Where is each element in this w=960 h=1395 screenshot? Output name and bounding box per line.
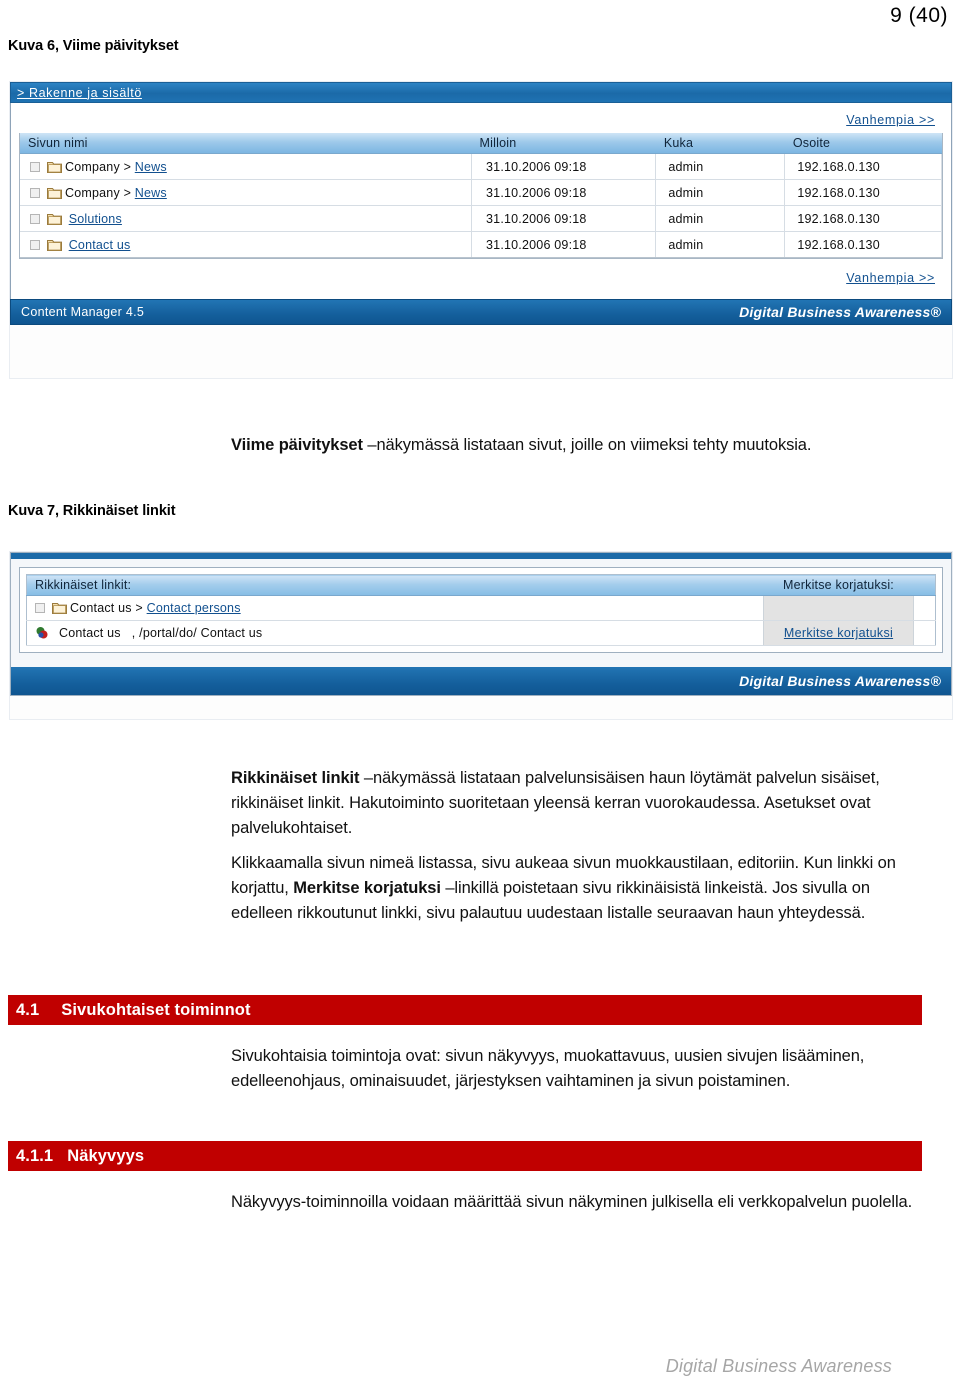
folder-icon — [52, 601, 67, 614]
cell-address: 192.168.0.130 — [784, 153, 942, 180]
mark-as-fixed-link[interactable]: Merkitse korjatuksi — [784, 626, 893, 640]
older-link-bottom[interactable]: Vanhempia >> — [846, 271, 935, 285]
cell-page-name: Company > News — [20, 179, 473, 206]
paragraph-nakyvyys: Näkyvyys-toiminnoilla voidaan määrittää … — [231, 1193, 913, 1211]
last-updates-table: Sivun nimi Milloin Kuka Osoite Company >… — [20, 133, 942, 258]
page-parent-label: Company > — [65, 159, 132, 174]
cell-spacer — [913, 620, 936, 646]
broken-link-label: Contact us — [59, 626, 121, 640]
cell-page-name: Contact us — [20, 231, 473, 258]
column-header-who[interactable]: Kuka — [655, 133, 785, 154]
figure-6-caption: Kuva 6, Viime päivitykset — [8, 38, 179, 54]
table-row-page: Contact us > Contact persons — [26, 595, 936, 621]
paragraph-broken-links-1-bold: Rikkinäiset linkit — [231, 769, 360, 787]
column-header-name[interactable]: Sivun nimi — [20, 133, 472, 154]
paragraph-last-updates: Viime päivitykset –näkymässä listataan s… — [231, 433, 911, 458]
cm-footer-bar: Digital Business Awareness® — [11, 667, 951, 695]
page-name-link[interactable]: News — [135, 160, 167, 174]
folder-icon — [47, 160, 62, 173]
heading-4-1-title: Sivukohtaiset toiminnot — [61, 1000, 251, 1019]
paragraph-last-updates-bold: Viime päivitykset — [231, 436, 363, 454]
row-checkbox[interactable] — [30, 187, 40, 198]
older-row-bottom: Vanhempia >> — [19, 259, 943, 299]
cell-page-name: Contact us > Contact persons — [26, 595, 764, 621]
cell-address: 192.168.0.130 — [784, 205, 942, 232]
older-row-top: Vanhempia >> — [19, 103, 943, 133]
broken-links-table: Rikkinäiset linkit: Merkitse korjatuksi:… — [26, 574, 936, 646]
document-footer-watermark: Digital Business Awareness — [665, 1356, 892, 1376]
folder-icon — [47, 212, 62, 225]
cell-mark-fixed-empty — [763, 595, 914, 621]
folder-icon — [47, 238, 62, 251]
cell-broken-link: Contact us , /portal/do/ Contact us — [26, 620, 764, 646]
paragraph-broken-links-2-bold: Merkitse korjatuksi — [293, 879, 441, 897]
table-header-row: Sivun nimi Milloin Kuka Osoite — [20, 133, 942, 154]
heading-4-1-number: 4.1 — [16, 1000, 40, 1019]
cell-when: 31.10.2006 09:18 — [471, 231, 657, 258]
table-row-link: Contact us , /portal/do/ Contact us Merk… — [26, 620, 936, 646]
column-header-mark-fixed: Merkitse korjatuksi: — [763, 574, 914, 596]
cm-brand-label: Digital Business Awareness® — [739, 304, 941, 320]
page-name-link[interactable]: Solutions — [69, 212, 122, 226]
paragraph-sivukohtaiset: Sivukohtaisia toimintoja ovat: sivun näk… — [231, 1047, 865, 1090]
cm-breadcrumb-bar: > Rakenne ja sisältö — [10, 82, 952, 103]
figure-7-caption: Kuva 7, Rikkinäiset linkit — [8, 503, 176, 519]
table-row: Company > News 31.10.2006 09:18 admin 19… — [20, 153, 942, 180]
table-header-row: Rikkinäiset linkit: Merkitse korjatuksi: — [26, 574, 936, 596]
cell-who: admin — [655, 153, 786, 180]
screenshot-last-updates: > Rakenne ja sisältö Vanhempia >> Sivun … — [10, 82, 952, 378]
cell-spacer — [913, 595, 936, 621]
broken-link-icon — [35, 626, 49, 640]
paragraph-broken-links-1: Rikkinäiset linkit –näkymässä listataan … — [231, 766, 921, 841]
broken-link-url: , /portal/do/ Contact us — [131, 626, 263, 640]
table-row: Company > News 31.10.2006 09:18 admin 19… — [20, 179, 942, 206]
cm-brand-label: Digital Business Awareness® — [739, 673, 941, 689]
column-header-when[interactable]: Milloin — [471, 133, 656, 154]
cell-when: 31.10.2006 09:18 — [471, 205, 657, 232]
paragraph-broken-links-2: Klikkaamalla sivun nimeä listassa, sivu … — [231, 851, 921, 926]
broken-links-panel: Rikkinäiset linkit: Merkitse korjatuksi:… — [19, 567, 943, 653]
older-link-top[interactable]: Vanhempia >> — [846, 113, 935, 127]
cell-address: 192.168.0.130 — [784, 179, 942, 206]
column-header-broken-links: Rikkinäiset linkit: — [26, 574, 764, 596]
table-row: Solutions 31.10.2006 09:18 admin 192.168… — [20, 205, 942, 232]
cell-when: 31.10.2006 09:18 — [471, 153, 657, 180]
heading-4-1-1-title: Näkyvyys — [67, 1146, 145, 1165]
folder-icon — [47, 186, 62, 199]
row-checkbox[interactable] — [30, 213, 40, 224]
cell-when: 31.10.2006 09:18 — [471, 179, 657, 206]
cm-version-label: Content Manager 4.5 — [21, 305, 145, 319]
heading-4-1-1: 4.1.1 Näkyvyys — [8, 1141, 922, 1171]
column-header-spacer — [913, 574, 936, 596]
cell-mark-fixed: Merkitse korjatuksi — [763, 620, 914, 646]
screenshot-broken-links: Rikkinäiset linkit: Merkitse korjatuksi:… — [10, 552, 952, 719]
page-name-link[interactable]: Contact persons — [147, 601, 241, 615]
column-header-address[interactable]: Osoite — [784, 133, 942, 154]
cell-who: admin — [655, 205, 786, 232]
paragraph-last-updates-rest: –näkymässä listataan sivut, joille on vi… — [362, 436, 812, 454]
breadcrumb-link[interactable]: > Rakenne ja sisältö — [17, 86, 142, 100]
page-parent-label: Contact us > — [70, 601, 143, 615]
cell-who: admin — [655, 179, 786, 206]
page-name-link[interactable]: News — [135, 186, 167, 200]
breadcrumb-label: > Rakenne ja sisältö — [17, 85, 142, 100]
heading-4-1: 4.1 Sivukohtaiset toiminnot — [8, 995, 922, 1025]
cm-content-area: Vanhempia >> Sivun nimi Milloin Kuka Oso… — [10, 103, 952, 299]
cell-address: 192.168.0.130 — [784, 231, 942, 258]
page-name-link[interactable]: Contact us — [69, 238, 131, 252]
cell-page-name: Company > News — [20, 153, 473, 180]
page-number: 9 (40) — [890, 4, 948, 27]
table-row: Contact us 31.10.2006 09:18 admin 192.16… — [20, 231, 942, 258]
row-checkbox[interactable] — [30, 239, 40, 250]
page-parent-label: Company > — [65, 185, 132, 200]
row-checkbox[interactable] — [30, 161, 40, 172]
cm-footer-bar: Content Manager 4.5 Digital Business Awa… — [10, 299, 952, 325]
row-checkbox[interactable] — [35, 603, 45, 613]
last-updates-table-wrapper: Sivun nimi Milloin Kuka Osoite Company >… — [19, 133, 943, 259]
heading-4-1-1-number: 4.1.1 — [16, 1146, 54, 1165]
cell-who: admin — [655, 231, 786, 258]
cell-page-name: Solutions — [20, 205, 473, 232]
